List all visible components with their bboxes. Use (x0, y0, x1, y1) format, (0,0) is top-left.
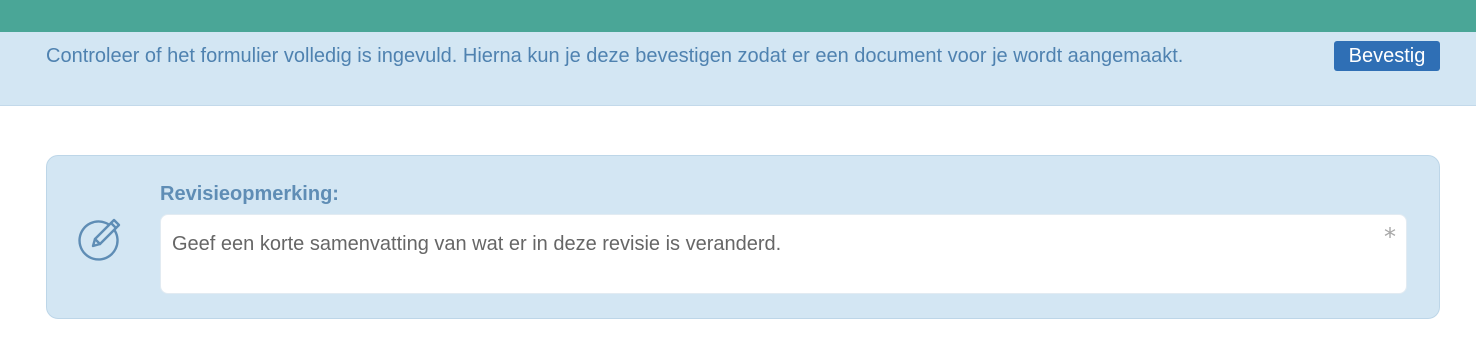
top-bar (0, 0, 1476, 32)
revision-note-field: * (160, 214, 1407, 294)
revision-note-label: Revisieopmerking: (160, 183, 339, 205)
confirmation-notice: Controleer of het formulier volledig is … (0, 32, 1476, 106)
edit-icon (77, 214, 125, 262)
revision-note-card: Revisieopmerking: * (46, 155, 1440, 319)
confirm-button[interactable]: Bevestig (1334, 41, 1440, 71)
notice-message: Controleer of het formulier volledig is … (46, 45, 1184, 67)
required-asterisk: * (1384, 223, 1396, 251)
revision-note-input[interactable] (161, 215, 1406, 293)
